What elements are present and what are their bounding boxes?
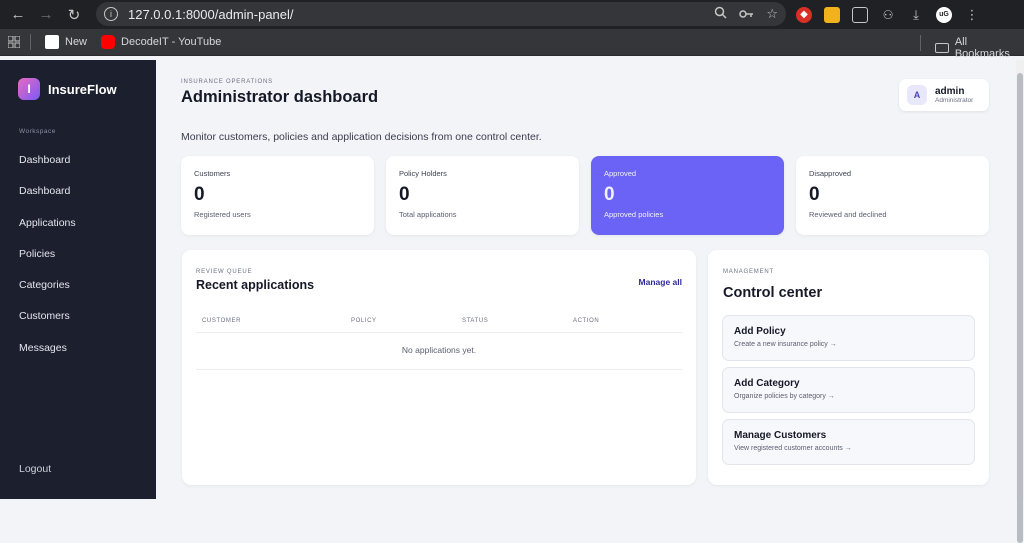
bookmark-label: New xyxy=(65,36,88,48)
forward-icon[interactable]: → xyxy=(32,0,60,29)
table-header: CUSTOMER POLICY STATUS ACTION xyxy=(196,313,682,333)
column-header-status: STATUS xyxy=(462,318,489,324)
stat-subtext: Total applications xyxy=(399,210,457,219)
stat-label: Approved xyxy=(604,169,637,178)
main-content: INSURANCE OPERATIONS Administrator dashb… xyxy=(156,60,1016,499)
bookmark-label: DecodeIT - YouTube xyxy=(121,36,222,48)
sidebar-item-categories[interactable]: Categories xyxy=(0,275,156,306)
address-bar[interactable]: i 127.0.0.1:8000/admin-panel/ ☆ xyxy=(96,2,786,26)
sidebar-item-messages[interactable]: Messages xyxy=(0,338,156,369)
empty-state: No applications yet. xyxy=(196,334,682,370)
bookmarks-bar: New DecodeIT - YouTube All Bookmarks xyxy=(0,29,1024,60)
stat-value: 0 xyxy=(604,184,615,205)
manage-customers-button[interactable]: Manage Customers View registered custome… xyxy=(722,419,975,465)
sidebar-item-dashboard[interactable]: Dashboard xyxy=(0,150,156,181)
sidebar-item-dashboard-2[interactable]: Dashboard xyxy=(0,181,156,212)
all-bookmarks-button[interactable]: All Bookmarks xyxy=(935,36,1024,60)
stat-value: 0 xyxy=(809,184,820,205)
stat-subtext: Reviewed and declined xyxy=(809,210,887,219)
site-info-icon[interactable]: i xyxy=(104,7,118,21)
manage-all-link[interactable]: Manage all xyxy=(639,277,682,287)
section-eyebrow: REVIEW QUEUE xyxy=(196,269,253,275)
action-title: Manage Customers xyxy=(734,430,827,441)
recent-applications-card: REVIEW QUEUE Recent applications Manage … xyxy=(182,250,696,485)
browser-menu-icon[interactable]: ⋮ xyxy=(964,7,980,23)
media-control-icon[interactable]: ⚇ xyxy=(880,7,896,23)
brand-logo: I xyxy=(18,78,40,100)
section-eyebrow: MANAGEMENT xyxy=(723,269,775,275)
avatar: A xyxy=(907,85,927,105)
action-description: Create a new insurance policy → xyxy=(734,341,837,348)
user-menu[interactable]: A admin Administrator xyxy=(899,79,989,111)
action-title: Add Policy xyxy=(734,326,786,337)
section-title: Recent applications xyxy=(196,278,315,292)
page-eyebrow: INSURANCE OPERATIONS xyxy=(181,79,273,85)
sidebar-item-customers[interactable]: Customers xyxy=(0,306,156,337)
column-header-action: ACTION xyxy=(573,318,600,324)
browser-toolbar: ← → ↻ i 127.0.0.1:8000/admin-panel/ ☆ ◆ … xyxy=(0,0,1024,29)
folder-icon xyxy=(935,43,949,53)
zoom-icon[interactable] xyxy=(714,6,727,22)
column-header-policy: POLICY xyxy=(351,318,377,324)
extension-red-icon[interactable]: ◆ xyxy=(796,6,812,23)
back-icon[interactable]: ← xyxy=(4,0,32,29)
stat-value: 0 xyxy=(194,184,205,205)
action-title: Add Category xyxy=(734,378,800,389)
column-header-customer: CUSTOMER xyxy=(202,318,242,324)
page-title: Administrator dashboard xyxy=(181,88,379,106)
brand[interactable]: I InsureFlow xyxy=(18,78,117,100)
reload-icon[interactable]: ↻ xyxy=(60,0,88,29)
section-title: Control center xyxy=(723,285,823,301)
profile-avatar[interactable]: uG xyxy=(936,6,952,23)
stat-card-disapproved: Disapproved 0 Reviewed and declined xyxy=(796,156,989,235)
sidebar-item-applications[interactable]: Applications xyxy=(0,213,156,244)
url-text[interactable]: 127.0.0.1:8000/admin-panel/ xyxy=(128,7,294,22)
scrollbar-thumb[interactable] xyxy=(1017,73,1023,543)
sidebar-nav: Dashboard Dashboard Applications Policie… xyxy=(0,150,156,369)
control-center-card: MANAGEMENT Control center Add Policy Cre… xyxy=(708,250,989,485)
extension-yellow-icon[interactable] xyxy=(824,6,840,23)
workspace-label: Workspace xyxy=(19,128,56,135)
stat-label: Disapproved xyxy=(809,169,852,178)
user-name: admin xyxy=(935,86,965,97)
stat-card-approved: Approved 0 Approved policies xyxy=(591,156,784,235)
bookmark-youtube[interactable]: DecodeIT - YouTube xyxy=(101,35,221,49)
bookmark-new[interactable]: New xyxy=(45,35,87,49)
stat-label: Policy Holders xyxy=(399,169,447,178)
stat-subtext: Approved policies xyxy=(604,210,664,219)
user-role: Administrator xyxy=(935,97,974,104)
key-icon[interactable] xyxy=(739,7,754,22)
bookmark-star-icon[interactable]: ☆ xyxy=(766,6,778,22)
brand-name: InsureFlow xyxy=(48,81,117,97)
stat-subtext: Registered users xyxy=(194,210,251,219)
logout-link[interactable]: Logout xyxy=(19,463,51,475)
download-icon[interactable]: ⤓ xyxy=(908,7,924,23)
extensions-puzzle-icon[interactable] xyxy=(852,6,868,23)
sidebar: I InsureFlow Workspace Dashboard Dashboa… xyxy=(0,60,156,499)
sidebar-item-policies[interactable]: Policies xyxy=(0,244,156,275)
stat-label: Customers xyxy=(194,169,231,178)
add-policy-button[interactable]: Add Policy Create a new insurance policy… xyxy=(722,315,975,361)
youtube-icon xyxy=(101,35,116,49)
page-description: Monitor customers, policies and applicat… xyxy=(181,131,542,143)
page-scrollbar[interactable] xyxy=(1016,60,1024,543)
action-description: View registered customer accounts → xyxy=(734,445,852,452)
stat-card-policy-holders: Policy Holders 0 Total applications xyxy=(386,156,579,235)
action-description: Organize policies by category → xyxy=(734,393,835,400)
all-bookmarks-label: All Bookmarks xyxy=(954,36,1010,60)
stat-value: 0 xyxy=(399,184,410,205)
apps-grid-icon[interactable] xyxy=(8,36,20,48)
stat-card-customers: Customers 0 Registered users xyxy=(181,156,374,235)
uxn-icon xyxy=(45,35,59,49)
add-category-button[interactable]: Add Category Organize policies by catego… xyxy=(722,367,975,413)
